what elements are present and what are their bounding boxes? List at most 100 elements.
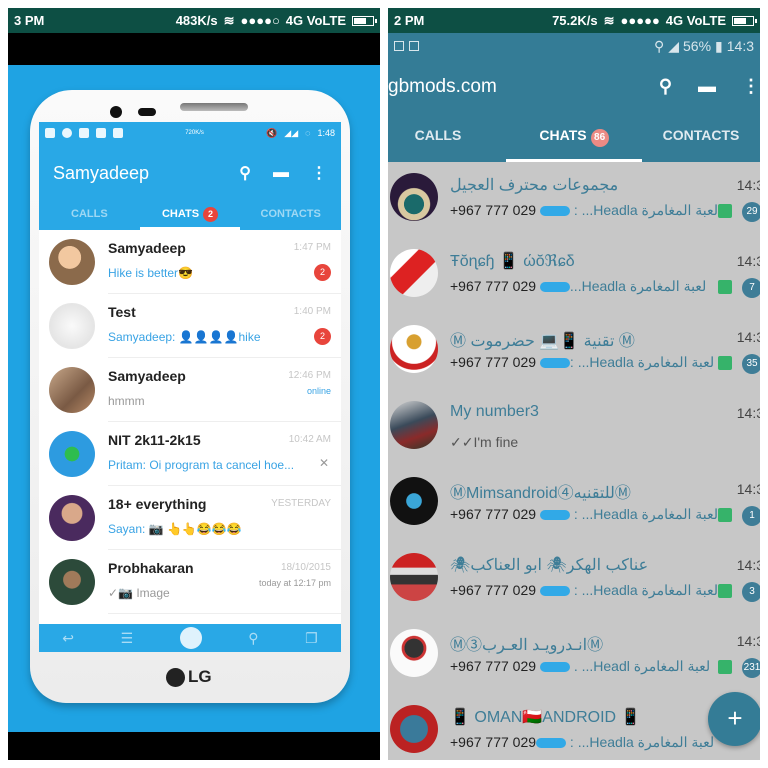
skull-icon[interactable] [179,627,202,649]
chat-list-item[interactable]: Ⓜ③انـدرويـد العـربⓂ +967 777 029 . ...He… [388,620,760,696]
network-type: 4G VoLTE [665,13,726,28]
chat-subtime: today at 12:17 pm [258,578,331,588]
battery-percent: 56% [683,38,712,54]
title-row: gbmods.com ⚲ ▬ ⋮ [388,59,760,114]
more-vert-icon[interactable]: ⋮ [311,163,327,183]
back-icon[interactable]: ↩ [62,630,74,647]
tab-calls[interactable]: CALLS [39,202,140,230]
tab-label: CONTACTS [662,127,740,143]
tab-calls[interactable]: CALLS [388,114,488,162]
chat-message: ✓📷 Image [108,586,170,600]
message-preview: ...Headla لعبة المغامرة [569,278,707,294]
avatar [390,705,438,753]
signal-icon: ◢ [668,37,679,54]
chat-list-item[interactable]: 📱 OMAN🇴🇲ANDROID 📱 +967 777 029 : ...Head… [388,696,760,760]
tab-bar: CALLS CHATS 2 CONTACTS [39,202,341,230]
more-vert-icon[interactable]: ⋮ [742,76,760,97]
tab-label: CALLS [414,127,462,143]
wifi-icon: ≋ [223,12,235,28]
message-preview: : ...Headla لعبة المغامرة [573,582,718,598]
lg-logo-icon [166,667,185,687]
redaction-scribble [539,206,570,217]
chat-message: Hike is better😎 [108,266,193,280]
tab-contacts[interactable]: CONTACTS [240,202,341,230]
battery-icon [352,15,377,26]
tab-contacts[interactable]: CONTACTS [642,114,760,162]
chat-message: +967 777 029 . ...Headl لعبة المغامرة [450,658,710,675]
status-time: 3 PM [14,13,45,28]
status-bar: 3 PM 483K/s ≋ ●●●●○ 4G VoLTE [8,8,380,33]
chat-list-item[interactable]: 18+ everything Sayan: 📷 👆👆😂😂😂 YESTERDAY [39,486,341,550]
network-speed: 75.2K/s [552,13,598,28]
chat-list-item[interactable]: Test Samyadeep: 👤👤👤👤hike 1:40 PM 2 [39,294,341,358]
chat-list: مجموعات محترف العجيل +967 777 029 : ...H… [388,164,760,760]
recents-icon[interactable]: ❐ [305,630,318,647]
brand-name: LG [188,667,212,686]
notification-icon [45,128,55,138]
avatar [390,401,438,449]
chat-time: 14:3 [736,481,760,497]
game-icon [718,508,732,522]
chat-time: 14:3 [736,253,760,269]
chat-message: +967 777 029 : ...Headla لعبة المغامرة [450,582,718,599]
lg-phone-mockup: 720K/s 🔇 ◢◢ ◌ 1:48 Samyadeep ⚲ ▬ ⋮ CALLS… [30,90,350,703]
chat-list-item[interactable]: مجموعات محترف العجيل +967 777 029 : ...H… [388,164,760,240]
sender-phone: +967 777 029 [450,354,537,370]
chat-list-item[interactable]: NIT 2k11-2k15 Pritam: Oi program ta canc… [39,422,341,486]
chat-name: NIT 2k11-2k15 [108,432,201,448]
tab-bar: CALLS CHATS 86 CONTACTS [388,114,760,162]
search-icon[interactable]: ⚲ [248,630,258,647]
compose-icon[interactable]: ▬ [698,76,716,97]
tab-chats[interactable]: CHATS 2 [139,202,241,230]
sender-phone: +967 777 029 [450,734,537,750]
chat-name: 18+ everything [108,496,207,512]
chat-time: 1:47 PM [293,242,331,253]
avatar [390,629,438,677]
message-text: 📷 👆👆😂😂😂 [145,522,242,536]
chat-time: 14:3 [736,557,760,573]
chat-list-item[interactable]: My number3 ✓✓I'm fine 14:3 [388,392,760,468]
unread-count: 29 [742,202,760,222]
app-header: ⚲ ◢ 56% ▮ 14:3 gbmods.com ⚲ ▬ ⋮ CALLS CH… [388,33,760,162]
avatar [49,495,95,541]
tab-chats[interactable]: CHATS 86 [506,114,642,162]
message-sender: Pritam: [108,458,147,472]
new-chat-fab[interactable]: + [708,692,760,746]
chat-list-item[interactable]: Probhakaran ✓📷 Image 18/10/2015 today at… [39,550,341,614]
search-icon[interactable]: ⚲ [659,76,672,97]
unread-count: 7 [742,278,760,298]
mute-icon: 🔇 [266,127,278,138]
chat-list-item[interactable]: Samyadeep hmmm 12:46 PM online [39,358,341,422]
app-title: Samyadeep [53,162,150,183]
chat-list-item[interactable]: 🕷عناكب الهكر🕷 ابو العناكب +967 777 029 :… [388,544,760,620]
unread-count: 1 [742,506,760,526]
message-text: 👤👤👤👤hike [175,330,261,344]
avatar [49,239,95,285]
game-icon [718,356,732,370]
mute-icon: ✕ [318,456,329,470]
redaction-scribble [539,510,570,521]
search-icon[interactable]: ⚲ [239,163,251,183]
chat-list-item[interactable]: ⓂMimsandroid④للتقنيهⓂ +967 777 029 : ...… [388,468,760,544]
chat-time: 14:3 [736,405,760,421]
message-sender: Samyadeep: [108,330,176,344]
redaction-scribble [539,282,570,293]
phone-network-speed: 720K/s [185,130,204,136]
chat-time: 18/10/2015 [280,562,331,573]
sender-phone: +967 777 029 [450,658,537,674]
unread-count: 2 [314,328,331,345]
sensor [138,108,156,116]
compose-icon[interactable]: ▬ [273,164,289,182]
chat-list-item[interactable]: Ŧŏɳɕɧ 📱 ώŏℜɕδ +967 777 029 ...Headla لعب… [388,240,760,316]
network-type: 4G VoLTE [285,13,346,28]
online-status: online [306,386,331,396]
message-preview: : ...Headla لعبة المغامرة [573,506,718,522]
tab-label: CHATS [161,208,200,220]
redaction-scribble [539,586,570,597]
unread-count: 35 [742,354,760,374]
menu-icon[interactable]: ☰ [121,630,134,647]
front-camera [110,106,122,118]
chat-list-item[interactable]: Samyadeep Hike is better😎 1:47 PM 2 [39,230,341,294]
chat-time: 14:3 [736,177,760,193]
chat-list-item[interactable]: Ⓜ تقنية 📱💻 حضرموت Ⓜ +967 777 029 : ...He… [388,316,760,392]
